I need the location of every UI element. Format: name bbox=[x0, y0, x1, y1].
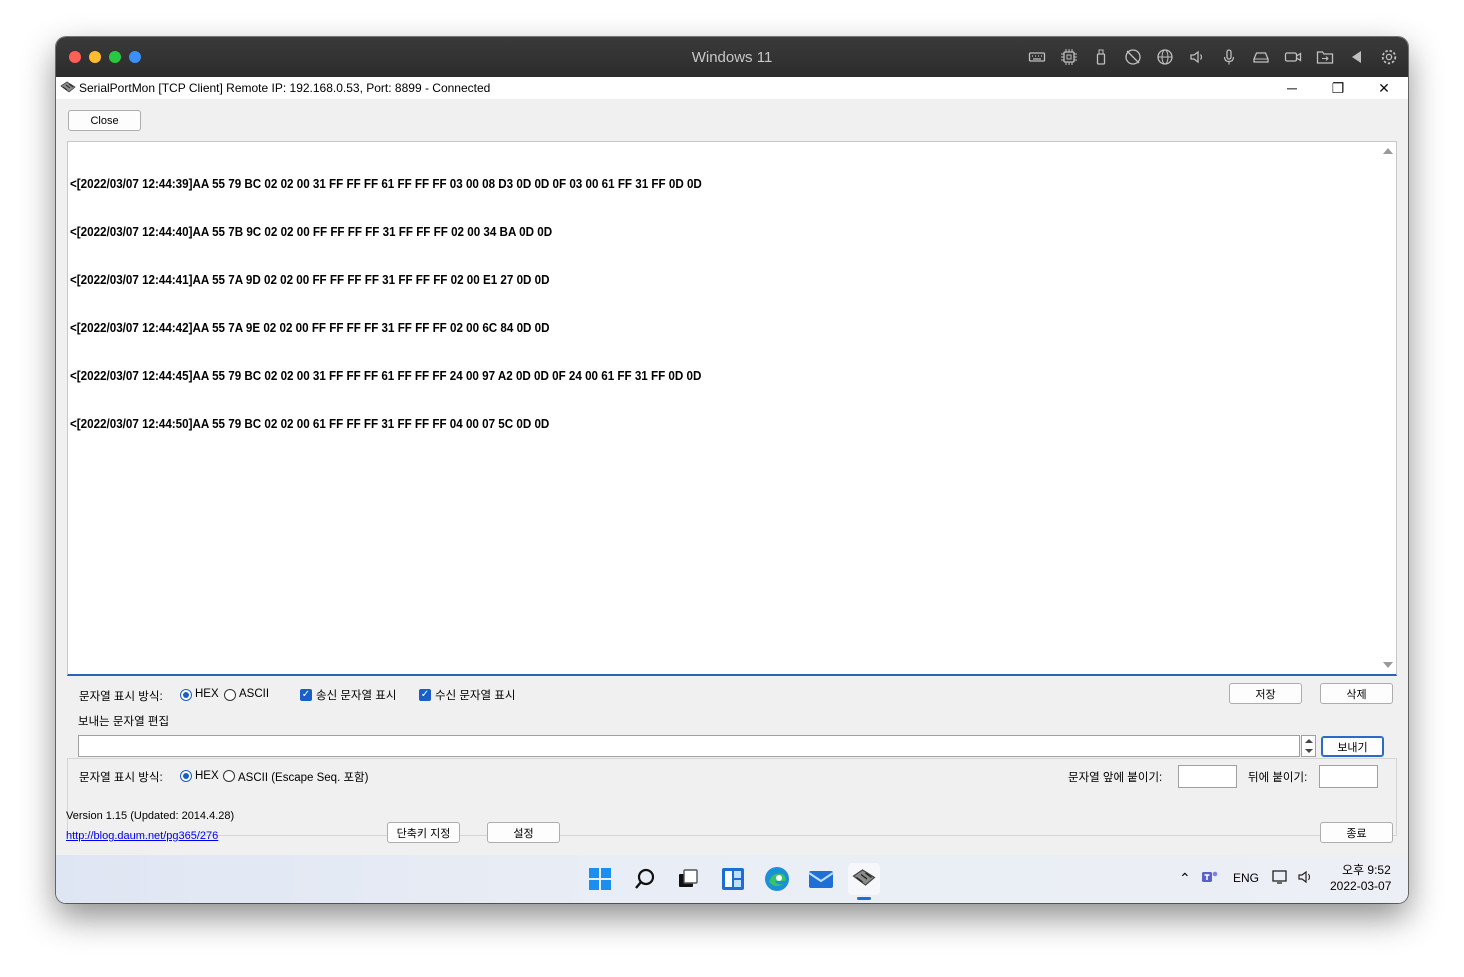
prefix-label: 문자열 앞에 붙이기: bbox=[1068, 772, 1163, 784]
widgets-icon[interactable] bbox=[717, 863, 749, 895]
active-app-indicator bbox=[857, 897, 871, 900]
camera-off-icon[interactable] bbox=[1122, 46, 1144, 68]
send-ascii-label: ASCII (Escape Seq. 포함) bbox=[238, 772, 369, 784]
send-hex-radio[interactable] bbox=[180, 770, 192, 782]
globe-icon[interactable] bbox=[1154, 46, 1176, 68]
usb-icon[interactable] bbox=[1090, 46, 1112, 68]
language-indicator[interactable]: ENG bbox=[1233, 871, 1259, 885]
suffix-label: 뒤에 붙이기: bbox=[1248, 772, 1308, 784]
restore-button[interactable]: ❐ bbox=[1315, 77, 1361, 99]
close-port-button[interactable]: Close bbox=[68, 110, 141, 131]
camera-icon[interactable] bbox=[1282, 46, 1304, 68]
show-recv-label: 수신 문자열 표시 bbox=[435, 690, 516, 702]
suffix-input[interactable] bbox=[1319, 765, 1378, 788]
display-hex-radio[interactable] bbox=[180, 689, 192, 701]
send-hex-label: HEX bbox=[195, 770, 219, 782]
log-lines: <[2022/03/07 12:44:39]AA 55 79 BC 02 02 … bbox=[70, 144, 702, 464]
vm-window: Windows 11 SerialPortMon [TCP Client] Re… bbox=[56, 37, 1408, 903]
homepage-link[interactable]: http://blog.daum.net/pg365/276 bbox=[66, 830, 218, 842]
show-sent-label: 송신 문자열 표시 bbox=[316, 690, 397, 702]
drive-icon[interactable] bbox=[1250, 46, 1272, 68]
send-button[interactable]: 보내기 bbox=[1321, 736, 1384, 757]
log-scrollbar[interactable] bbox=[1379, 142, 1396, 674]
log-line: <[2022/03/07 12:44:42]AA 55 7A 9E 02 02 … bbox=[70, 321, 550, 335]
log-line: <[2022/03/07 12:44:50]AA 55 79 BC 02 02 … bbox=[70, 417, 550, 431]
gear-icon[interactable] bbox=[1378, 46, 1400, 68]
scroll-up-icon[interactable] bbox=[1383, 148, 1393, 154]
display-ascii-radio[interactable] bbox=[224, 689, 236, 701]
serialportmon-icon[interactable] bbox=[848, 863, 880, 895]
prefix-input[interactable] bbox=[1178, 765, 1237, 788]
shared-folder-icon[interactable] bbox=[1314, 46, 1336, 68]
display-hex-label: HEX bbox=[195, 688, 219, 700]
send-mode-label: 문자열 표시 방식: bbox=[79, 772, 163, 784]
scroll-down-icon[interactable] bbox=[1383, 662, 1393, 668]
save-button[interactable]: 저장 bbox=[1229, 683, 1302, 704]
arrow-left-icon[interactable] bbox=[1346, 46, 1368, 68]
mail-icon[interactable] bbox=[805, 863, 837, 895]
shortcut-button[interactable]: 단축키 지정 bbox=[387, 822, 460, 843]
search-icon[interactable] bbox=[629, 863, 661, 895]
app-title: SerialPortMon [TCP Client] Remote IP: 19… bbox=[79, 81, 491, 95]
teams-icon[interactable] bbox=[1201, 869, 1219, 888]
app-title-bar: SerialPortMon [TCP Client] Remote IP: 19… bbox=[56, 77, 1408, 99]
send-input[interactable] bbox=[78, 735, 1300, 757]
send-spinner[interactable] bbox=[1301, 735, 1316, 757]
log-view[interactable]: <[2022/03/07 12:44:39]AA 55 79 BC 02 02 … bbox=[67, 141, 1397, 676]
network-icon[interactable] bbox=[1272, 869, 1290, 888]
log-line: <[2022/03/07 12:44:40]AA 55 7B 9C 02 02 … bbox=[70, 225, 553, 239]
minimize-button[interactable]: ─ bbox=[1269, 77, 1315, 99]
serialportmon-app-icon bbox=[60, 80, 76, 96]
send-group-title: 보내는 문자열 편집 bbox=[76, 713, 172, 729]
log-line: <[2022/03/07 12:44:41]AA 55 7A 9D 02 02 … bbox=[70, 273, 550, 287]
chevron-up-icon[interactable]: ⌃ bbox=[1179, 870, 1191, 887]
mac-title-bar: Windows 11 bbox=[56, 37, 1408, 77]
spin-up-icon[interactable] bbox=[1305, 739, 1313, 743]
spin-down-icon[interactable] bbox=[1305, 749, 1313, 753]
show-recv-checkbox[interactable]: ✓ bbox=[419, 689, 431, 701]
delete-button[interactable]: 삭제 bbox=[1320, 683, 1393, 704]
display-mode-label: 문자열 표시 방식: bbox=[79, 691, 163, 703]
cpu-icon[interactable] bbox=[1058, 46, 1080, 68]
microphone-icon[interactable] bbox=[1218, 46, 1240, 68]
taskbar: ⌃ ENG 오후 9:52 2022-03-07 bbox=[56, 855, 1408, 903]
app-client-area: Close <[2022/03/07 12:44:39]AA 55 79 BC … bbox=[56, 99, 1408, 855]
edge-icon[interactable] bbox=[761, 863, 793, 895]
volume-icon[interactable] bbox=[1297, 869, 1315, 888]
send-ascii-radio[interactable] bbox=[223, 770, 235, 782]
windows-start-icon[interactable] bbox=[584, 863, 616, 895]
keyboard-icon[interactable] bbox=[1026, 46, 1048, 68]
speaker-icon[interactable] bbox=[1186, 46, 1208, 68]
show-sent-checkbox[interactable]: ✓ bbox=[300, 689, 312, 701]
vm-toolbar bbox=[1026, 46, 1400, 68]
version-text: Version 1.15 (Updated: 2014.4.28) bbox=[66, 810, 235, 822]
clock-time[interactable]: 오후 9:52 bbox=[1342, 861, 1391, 878]
display-ascii-label: ASCII bbox=[239, 688, 270, 700]
log-line: <[2022/03/07 12:44:39]AA 55 79 BC 02 02 … bbox=[70, 177, 702, 191]
settings-button[interactable]: 설정 bbox=[487, 822, 560, 843]
task-view-icon[interactable] bbox=[672, 863, 704, 895]
log-line: <[2022/03/07 12:44:45]AA 55 79 BC 02 02 … bbox=[70, 369, 702, 383]
exit-button[interactable]: 종료 bbox=[1320, 822, 1393, 843]
clock-date[interactable]: 2022-03-07 bbox=[1330, 879, 1391, 893]
close-window-button[interactable]: ✕ bbox=[1361, 77, 1407, 99]
